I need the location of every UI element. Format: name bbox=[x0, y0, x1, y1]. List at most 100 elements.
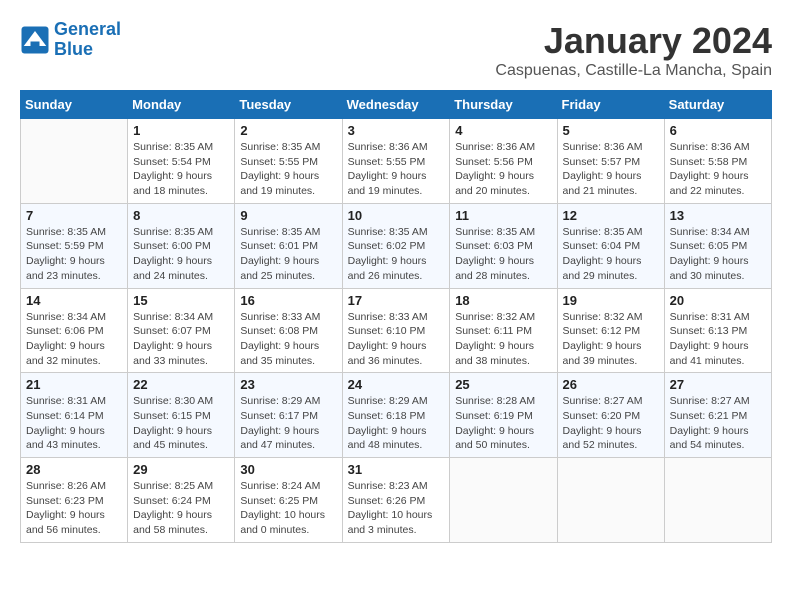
day-number: 14 bbox=[26, 293, 122, 308]
logo-line2: Blue bbox=[54, 39, 93, 59]
calendar-cell: 27 Sunrise: 8:27 AMSunset: 6:21 PMDayligh… bbox=[664, 373, 771, 458]
calendar-cell: 12 Sunrise: 8:35 AMSunset: 6:04 PMDayligh… bbox=[557, 203, 664, 288]
logo-line1: General bbox=[54, 19, 121, 39]
calendar-cell: 7Sunrise: 8:35 AMSunset: 5:59 PMDaylight… bbox=[21, 203, 128, 288]
calendar-cell: 4 Sunrise: 8:36 AMSunset: 5:56 PMDaylight… bbox=[450, 119, 557, 204]
day-number: 1 bbox=[133, 123, 229, 138]
day-info: Sunrise: 8:26 AMSunset: 6:23 PMDaylight:… bbox=[26, 479, 122, 538]
day-info: Sunrise: 8:24 AMSunset: 6:25 PMDaylight:… bbox=[240, 479, 336, 538]
calendar-cell: 24Sunrise: 8:29 AMSunset: 6:18 PMDayligh… bbox=[342, 373, 450, 458]
calendar-cell: 31 Sunrise: 8:23 AMSunset: 6:26 PMDayligh… bbox=[342, 458, 450, 543]
day-info: Sunrise: 8:35 AMSunset: 5:54 PMDaylight:… bbox=[133, 140, 229, 199]
calendar-table: SundayMondayTuesdayWednesdayThursdayFrid… bbox=[20, 90, 772, 543]
day-info: Sunrise: 8:27 AMSunset: 6:20 PMDaylight:… bbox=[563, 394, 659, 453]
calendar-cell: 22Sunrise: 8:30 AMSunset: 6:15 PMDayligh… bbox=[128, 373, 235, 458]
day-info: Sunrise: 8:31 AMSunset: 6:14 PMDaylight:… bbox=[26, 394, 122, 453]
calendar-cell: 30 Sunrise: 8:24 AMSunset: 6:25 PMDayligh… bbox=[235, 458, 342, 543]
day-info: Sunrise: 8:36 AMSunset: 5:56 PMDaylight:… bbox=[455, 140, 551, 199]
day-number: 4 bbox=[455, 123, 551, 138]
logo-icon bbox=[20, 25, 50, 55]
day-info: Sunrise: 8:35 AMSunset: 6:03 PMDaylight:… bbox=[455, 225, 551, 284]
calendar-cell: 8 Sunrise: 8:35 AMSunset: 6:00 PMDaylight… bbox=[128, 203, 235, 288]
calendar-cell bbox=[557, 458, 664, 543]
calendar-cell: 15Sunrise: 8:34 AMSunset: 6:07 PMDayligh… bbox=[128, 288, 235, 373]
day-number: 7 bbox=[26, 208, 122, 223]
day-number: 3 bbox=[348, 123, 445, 138]
calendar-week-1: 1 Sunrise: 8:35 AMSunset: 5:54 PMDaylight… bbox=[21, 119, 772, 204]
day-number: 8 bbox=[133, 208, 229, 223]
day-info: Sunrise: 8:29 AMSunset: 6:17 PMDaylight:… bbox=[240, 394, 336, 453]
calendar-header: General Blue January 2024 Caspuenas, Cas… bbox=[20, 20, 772, 80]
day-info: Sunrise: 8:34 AMSunset: 6:06 PMDaylight:… bbox=[26, 310, 122, 369]
calendar-subtitle: Caspuenas, Castille-La Mancha, Spain bbox=[495, 62, 772, 80]
calendar-header-row: SundayMondayTuesdayWednesdayThursdayFrid… bbox=[21, 91, 772, 119]
calendar-body: 1 Sunrise: 8:35 AMSunset: 5:54 PMDaylight… bbox=[21, 119, 772, 543]
day-info: Sunrise: 8:35 AMSunset: 5:55 PMDaylight:… bbox=[240, 140, 336, 199]
calendar-cell: 21Sunrise: 8:31 AMSunset: 6:14 PMDayligh… bbox=[21, 373, 128, 458]
day-number: 30 bbox=[240, 462, 336, 477]
day-info: Sunrise: 8:23 AMSunset: 6:26 PMDaylight:… bbox=[348, 479, 445, 538]
calendar-week-2: 7Sunrise: 8:35 AMSunset: 5:59 PMDaylight… bbox=[21, 203, 772, 288]
day-number: 12 bbox=[563, 208, 659, 223]
calendar-cell: 16Sunrise: 8:33 AMSunset: 6:08 PMDayligh… bbox=[235, 288, 342, 373]
day-info: Sunrise: 8:31 AMSunset: 6:13 PMDaylight:… bbox=[670, 310, 766, 369]
day-number: 13 bbox=[670, 208, 766, 223]
day-number: 5 bbox=[563, 123, 659, 138]
day-header-friday: Friday bbox=[557, 91, 664, 119]
day-number: 17 bbox=[348, 293, 445, 308]
day-info: Sunrise: 8:27 AMSunset: 6:21 PMDaylight:… bbox=[670, 394, 766, 453]
logo: General Blue bbox=[20, 20, 121, 60]
day-info: Sunrise: 8:34 AMSunset: 6:07 PMDaylight:… bbox=[133, 310, 229, 369]
calendar-cell: 2 Sunrise: 8:35 AMSunset: 5:55 PMDaylight… bbox=[235, 119, 342, 204]
day-header-saturday: Saturday bbox=[664, 91, 771, 119]
day-info: Sunrise: 8:25 AMSunset: 6:24 PMDaylight:… bbox=[133, 479, 229, 538]
calendar-cell: 14 Sunrise: 8:34 AMSunset: 6:06 PMDayligh… bbox=[21, 288, 128, 373]
day-number: 9 bbox=[240, 208, 336, 223]
day-info: Sunrise: 8:34 AMSunset: 6:05 PMDaylight:… bbox=[670, 225, 766, 284]
logo-text: General Blue bbox=[54, 20, 121, 60]
calendar-cell: 6 Sunrise: 8:36 AMSunset: 5:58 PMDaylight… bbox=[664, 119, 771, 204]
day-number: 22 bbox=[133, 377, 229, 392]
day-number: 20 bbox=[670, 293, 766, 308]
day-number: 18 bbox=[455, 293, 551, 308]
day-info: Sunrise: 8:28 AMSunset: 6:19 PMDaylight:… bbox=[455, 394, 551, 453]
day-header-wednesday: Wednesday bbox=[342, 91, 450, 119]
calendar-cell: 19Sunrise: 8:32 AMSunset: 6:12 PMDayligh… bbox=[557, 288, 664, 373]
day-header-sunday: Sunday bbox=[21, 91, 128, 119]
day-info: Sunrise: 8:36 AMSunset: 5:58 PMDaylight:… bbox=[670, 140, 766, 199]
day-info: Sunrise: 8:36 AMSunset: 5:57 PMDaylight:… bbox=[563, 140, 659, 199]
day-number: 29 bbox=[133, 462, 229, 477]
day-number: 6 bbox=[670, 123, 766, 138]
day-info: Sunrise: 8:35 AMSunset: 6:00 PMDaylight:… bbox=[133, 225, 229, 284]
calendar-title: January 2024 bbox=[495, 20, 772, 62]
day-info: Sunrise: 8:36 AMSunset: 5:55 PMDaylight:… bbox=[348, 140, 445, 199]
day-number: 11 bbox=[455, 208, 551, 223]
day-number: 23 bbox=[240, 377, 336, 392]
calendar-week-5: 28Sunrise: 8:26 AMSunset: 6:23 PMDayligh… bbox=[21, 458, 772, 543]
calendar-cell: 25 Sunrise: 8:28 AMSunset: 6:19 PMDayligh… bbox=[450, 373, 557, 458]
day-number: 2 bbox=[240, 123, 336, 138]
day-number: 27 bbox=[670, 377, 766, 392]
day-number: 25 bbox=[455, 377, 551, 392]
calendar-cell: 23 Sunrise: 8:29 AMSunset: 6:17 PMDayligh… bbox=[235, 373, 342, 458]
calendar-cell: 3 Sunrise: 8:36 AMSunset: 5:55 PMDaylight… bbox=[342, 119, 450, 204]
day-info: Sunrise: 8:35 AMSunset: 6:02 PMDaylight:… bbox=[348, 225, 445, 284]
title-area: January 2024 Caspuenas, Castille-La Manc… bbox=[495, 20, 772, 80]
calendar-cell: 18Sunrise: 8:32 AMSunset: 6:11 PMDayligh… bbox=[450, 288, 557, 373]
day-number: 16 bbox=[240, 293, 336, 308]
calendar-week-4: 21Sunrise: 8:31 AMSunset: 6:14 PMDayligh… bbox=[21, 373, 772, 458]
day-info: Sunrise: 8:33 AMSunset: 6:10 PMDaylight:… bbox=[348, 310, 445, 369]
calendar-cell: 11 Sunrise: 8:35 AMSunset: 6:03 PMDayligh… bbox=[450, 203, 557, 288]
calendar-cell: 26 Sunrise: 8:27 AMSunset: 6:20 PMDayligh… bbox=[557, 373, 664, 458]
calendar-cell: 13 Sunrise: 8:34 AMSunset: 6:05 PMDayligh… bbox=[664, 203, 771, 288]
day-number: 26 bbox=[563, 377, 659, 392]
calendar-week-3: 14 Sunrise: 8:34 AMSunset: 6:06 PMDayligh… bbox=[21, 288, 772, 373]
day-number: 31 bbox=[348, 462, 445, 477]
calendar-cell: 17 Sunrise: 8:33 AMSunset: 6:10 PMDayligh… bbox=[342, 288, 450, 373]
day-header-tuesday: Tuesday bbox=[235, 91, 342, 119]
day-header-thursday: Thursday bbox=[450, 91, 557, 119]
calendar-cell bbox=[21, 119, 128, 204]
day-number: 19 bbox=[563, 293, 659, 308]
calendar-cell: 29 Sunrise: 8:25 AMSunset: 6:24 PMDayligh… bbox=[128, 458, 235, 543]
day-info: Sunrise: 8:35 AMSunset: 6:04 PMDaylight:… bbox=[563, 225, 659, 284]
